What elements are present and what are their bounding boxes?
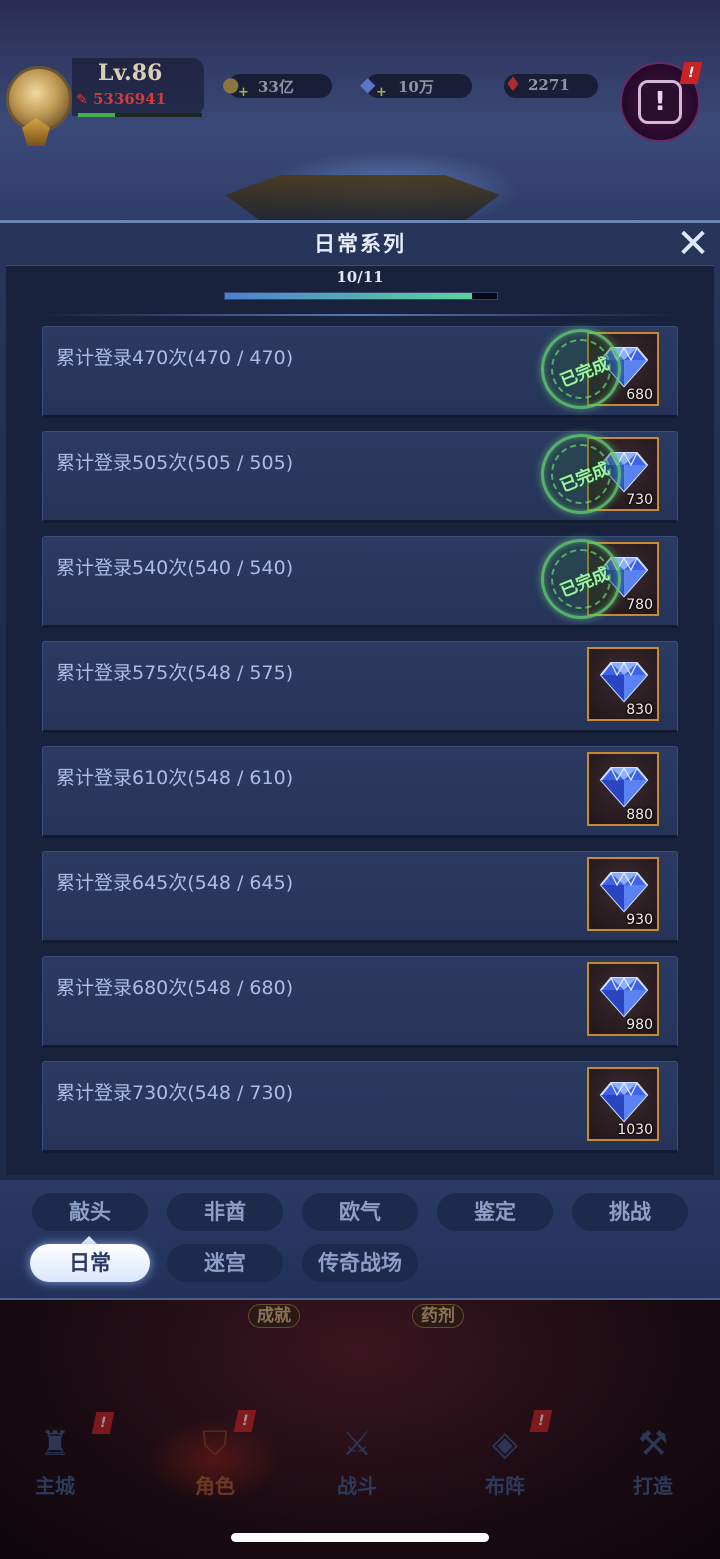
diamond-value: 10万 — [398, 78, 434, 96]
tab-richang[interactable]: 日常 — [30, 1244, 150, 1282]
crystal-value: 2271 — [528, 76, 570, 94]
series-progress-bar — [224, 292, 498, 300]
task-label: 累计登录730次(548 / 730) — [56, 1082, 294, 1104]
gold-coin-icon: ● — [222, 72, 240, 96]
close-button[interactable]: ✕ — [676, 224, 710, 264]
chat-icon: ! — [638, 80, 682, 124]
nav-label: 战斗 — [337, 1474, 377, 1498]
nav-character[interactable]: ⛉ 角色 — [160, 1420, 270, 1510]
task-row[interactable]: 累计登录575次(548 / 575) 830 — [42, 641, 678, 733]
task-row[interactable]: 累计登录680次(548 / 680) 980 — [42, 956, 678, 1048]
reward-slot[interactable]: 930 — [587, 857, 659, 931]
crossed-swords-icon: ⚔ — [341, 1424, 373, 1464]
helmet-icon: ⛉ — [202, 1424, 228, 1464]
task-row[interactable]: 累计登录730次(548 / 730) 1030 — [42, 1061, 678, 1153]
reward-slot[interactable]: 980 — [587, 962, 659, 1036]
divider — [40, 314, 680, 316]
anvil-icon: ⚒ — [637, 1424, 669, 1464]
task-row[interactable]: 累计登录540次(540 / 540) 780 已完成 — [42, 536, 678, 628]
reward-count: 830 — [626, 702, 653, 718]
reward-count: 980 — [626, 1017, 653, 1033]
diamond-icon — [599, 661, 649, 703]
completed-stamp: 已完成 — [541, 329, 621, 409]
red-crystal-icon: ♦ — [504, 72, 522, 96]
power-icon: ✎ — [76, 92, 88, 108]
task-label: 累计登录610次(548 / 610) — [56, 767, 294, 789]
tab-qiaotou[interactable]: 敲头 — [32, 1193, 148, 1231]
task-row[interactable]: 累计登录610次(548 / 610) 880 — [42, 746, 678, 838]
gold-value: 33亿 — [258, 78, 294, 96]
gold-add-icon[interactable]: + — [238, 85, 249, 100]
nav-label: 布阵 — [485, 1474, 525, 1498]
task-row[interactable]: 累计登录645次(548 / 645) 930 — [42, 851, 678, 943]
task-label: 累计登录470次(470 / 470) — [56, 347, 294, 369]
task-row[interactable]: 累计登录470次(470 / 470) 680 已完成 — [42, 326, 678, 418]
task-label: 累计登录575次(548 / 575) — [56, 662, 294, 684]
active-tab-caret — [81, 1236, 97, 1244]
exp-bar — [78, 113, 202, 117]
nav-label: 主城 — [35, 1474, 75, 1498]
task-row[interactable]: 累计登录505次(505 / 505) 730 已完成 — [42, 431, 678, 523]
reward-slot[interactable]: 1030 — [587, 1067, 659, 1141]
diamond-icon — [599, 766, 649, 808]
task-label: 累计登录540次(540 / 540) — [56, 557, 294, 579]
series-progress-text: 10/11 — [336, 268, 384, 286]
diamond-add-icon[interactable]: + — [376, 85, 387, 100]
task-label: 累计登录505次(505 / 505) — [56, 452, 294, 474]
nav-battle[interactable]: ⚔ 战斗 — [302, 1420, 412, 1510]
exp-bar-fill — [78, 113, 116, 117]
task-label: 累计登录645次(548 / 645) — [56, 872, 294, 894]
reward-count: 680 — [626, 387, 653, 403]
completed-stamp: 已完成 — [541, 434, 621, 514]
tab-chuanqi-zhanchang[interactable]: 传奇战场 — [302, 1244, 418, 1282]
reward-slot[interactable]: 830 — [587, 647, 659, 721]
tab-jianding[interactable]: 鉴定 — [437, 1193, 553, 1231]
completed-stamp: 已完成 — [541, 539, 621, 619]
nav-formation[interactable]: ◈ 布阵 — [450, 1420, 560, 1510]
tab-ouqi[interactable]: 欧气 — [302, 1193, 418, 1231]
reward-count: 780 — [626, 597, 653, 613]
reward-count: 730 — [626, 492, 653, 508]
reward-slot[interactable]: 880 — [587, 752, 659, 826]
reward-count: 880 — [626, 807, 653, 823]
tab-tiaozhan[interactable]: 挑战 — [572, 1193, 688, 1231]
diamond-icon: ◆ — [360, 72, 376, 96]
reward-count: 1030 — [617, 1122, 653, 1138]
nav-forge[interactable]: ⚒ 打造 — [598, 1420, 708, 1510]
combat-power: 5336941 — [93, 90, 167, 108]
potion-label[interactable]: 药剂 — [412, 1304, 464, 1328]
diamond-icon — [599, 976, 649, 1018]
player-level: Lv.86 — [98, 60, 163, 86]
reward-count: 930 — [626, 912, 653, 928]
achievement-label[interactable]: 成就 — [248, 1304, 300, 1328]
series-progress-fill — [225, 293, 473, 299]
home-indicator[interactable] — [231, 1533, 489, 1542]
task-list[interactable]: 累计登录470次(470 / 470) 680 已完成 累计登录505次(505 /… — [42, 326, 678, 1166]
banner-emblem — [225, 175, 500, 225]
tab-migong[interactable]: 迷宫 — [167, 1244, 283, 1282]
tab-feiqiu[interactable]: 非酋 — [167, 1193, 283, 1231]
dialog-title: 日常系列 — [314, 232, 406, 256]
nav-label: 打造 — [633, 1474, 673, 1498]
nav-label: 角色 — [195, 1474, 235, 1498]
task-label: 累计登录680次(548 / 680) — [56, 977, 294, 999]
diamond-icon — [599, 871, 649, 913]
diamond-icon — [599, 1081, 649, 1123]
